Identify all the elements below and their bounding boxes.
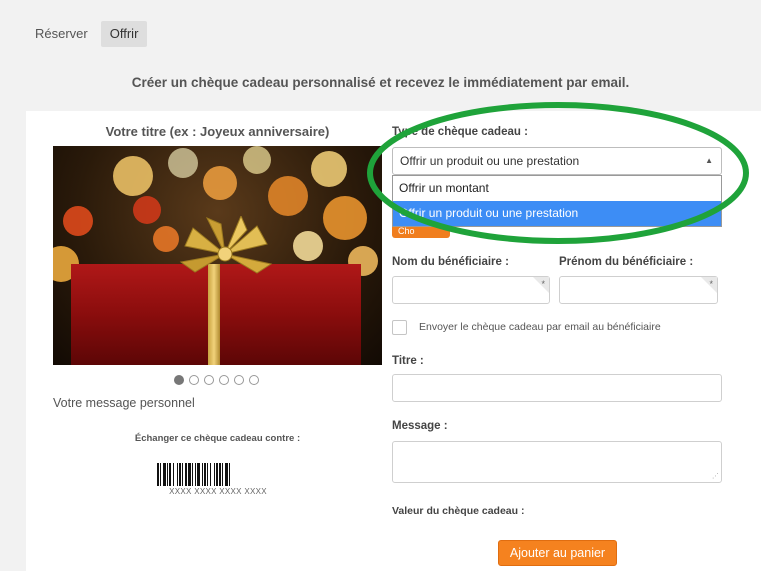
title-input[interactable]	[392, 374, 722, 402]
barcode-number: XXXX XXXX XXXX XXXX	[169, 487, 267, 496]
personal-message-preview: Votre message personnel	[53, 396, 195, 410]
send-email-label: Envoyer le chèque cadeau par email au bé…	[419, 321, 661, 333]
required-asterisk: *	[709, 279, 713, 289]
carousel-dot[interactable]	[234, 375, 244, 385]
beneficiary-first-name-input[interactable]: *	[559, 276, 718, 304]
beneficiary-first-name-label: Prénom du bénéficiaire :	[559, 256, 694, 268]
tab-offrir[interactable]: Offrir	[100, 21, 148, 47]
beneficiary-last-name-input[interactable]: *	[392, 276, 550, 304]
send-email-checkbox[interactable]	[392, 320, 407, 335]
tab-bar: Réserver Offrir	[26, 21, 151, 47]
voucher-type-selected: Offrir un produit ou une prestation	[400, 154, 580, 168]
tab-reserver[interactable]: Réserver	[26, 21, 97, 47]
exchange-text: Échanger ce chèque cadeau contre :	[134, 433, 301, 444]
intro-text: Créer un chèque cadeau personnalisé et r…	[131, 75, 630, 90]
beneficiary-last-name-label: Nom du bénéficiaire :	[392, 256, 509, 268]
carousel-dot[interactable]	[174, 375, 184, 385]
option-product[interactable]: Offrir un produit ou une prestation	[393, 201, 721, 226]
partially-hidden-button[interactable]: Cho	[392, 226, 450, 238]
carousel-dot[interactable]	[219, 375, 229, 385]
value-label: Valeur du chèque cadeau :	[392, 505, 525, 517]
gift-image	[53, 146, 382, 365]
caret-up-icon: ▲	[705, 156, 713, 165]
carousel-dot[interactable]	[249, 375, 259, 385]
carousel-dot[interactable]	[189, 375, 199, 385]
add-to-cart-button[interactable]: Ajouter au panier	[498, 540, 617, 566]
message-label: Message :	[392, 420, 448, 432]
voucher-type-select[interactable]: Offrir un produit ou une prestation ▲	[392, 147, 722, 175]
carousel-dot[interactable]	[204, 375, 214, 385]
voucher-type-dropdown: Offrir un montant Offrir un produit ou u…	[392, 175, 722, 227]
voucher-title-preview: Votre titre (ex : Joyeux anniversaire)	[105, 124, 330, 139]
title-label: Titre :	[392, 355, 424, 367]
message-textarea[interactable]: ⋰	[392, 441, 722, 483]
carousel-dots	[174, 375, 264, 385]
type-label: Type de chèque cadeau :	[392, 126, 528, 138]
barcode-icon	[157, 463, 230, 486]
required-asterisk: *	[541, 279, 545, 289]
resize-handle-icon[interactable]: ⋰	[712, 473, 719, 480]
option-amount[interactable]: Offrir un montant	[393, 176, 721, 201]
